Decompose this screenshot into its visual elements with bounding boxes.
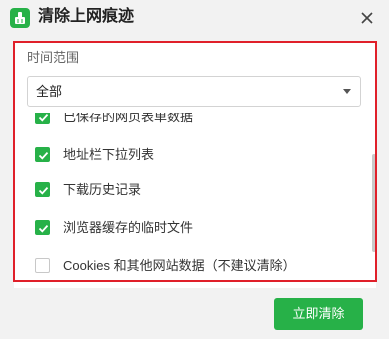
list-item[interactable]: Cookies 和其他网站数据（不建议清除） xyxy=(14,254,354,278)
chevron-down-icon xyxy=(343,89,351,94)
time-range-select[interactable]: 全部 xyxy=(27,76,361,107)
item-label: 已保存的网页表单数据 xyxy=(63,113,194,124)
close-icon xyxy=(361,12,373,24)
close-button[interactable] xyxy=(355,6,379,30)
list-item[interactable]: 下载历史记录 xyxy=(14,178,354,202)
time-range-label: 时间范围 xyxy=(27,50,80,65)
list-item[interactable]: 已保存的网页表单数据 xyxy=(14,113,354,129)
title-bar: 清除上网痕迹 xyxy=(0,0,389,36)
clear-options-list: 已保存的网页表单数据 地址栏下拉列表 下载历史记录 浏览器缓存的临时文件 Coo… xyxy=(14,113,366,281)
item-label: 浏览器缓存的临时文件 xyxy=(63,220,194,235)
broom-icon xyxy=(10,8,30,28)
checkbox[interactable] xyxy=(35,258,50,273)
time-range-value: 全部 xyxy=(36,84,63,99)
item-label: Cookies 和其他网站数据（不建议清除） xyxy=(63,258,296,273)
clear-now-button[interactable]: 立即清除 xyxy=(274,298,363,330)
checkbox[interactable] xyxy=(35,220,50,235)
item-label: 地址栏下拉列表 xyxy=(63,147,155,162)
list-item[interactable]: 地址栏下拉列表 xyxy=(14,143,354,167)
list-item[interactable]: 浏览器缓存的临时文件 xyxy=(14,216,354,240)
scrollbar[interactable] xyxy=(372,154,376,252)
checkbox[interactable] xyxy=(35,147,50,162)
checkbox[interactable] xyxy=(35,182,50,197)
checkbox[interactable] xyxy=(35,113,50,124)
item-label: 下载历史记录 xyxy=(63,182,142,197)
dialog-title: 清除上网痕迹 xyxy=(38,8,135,25)
